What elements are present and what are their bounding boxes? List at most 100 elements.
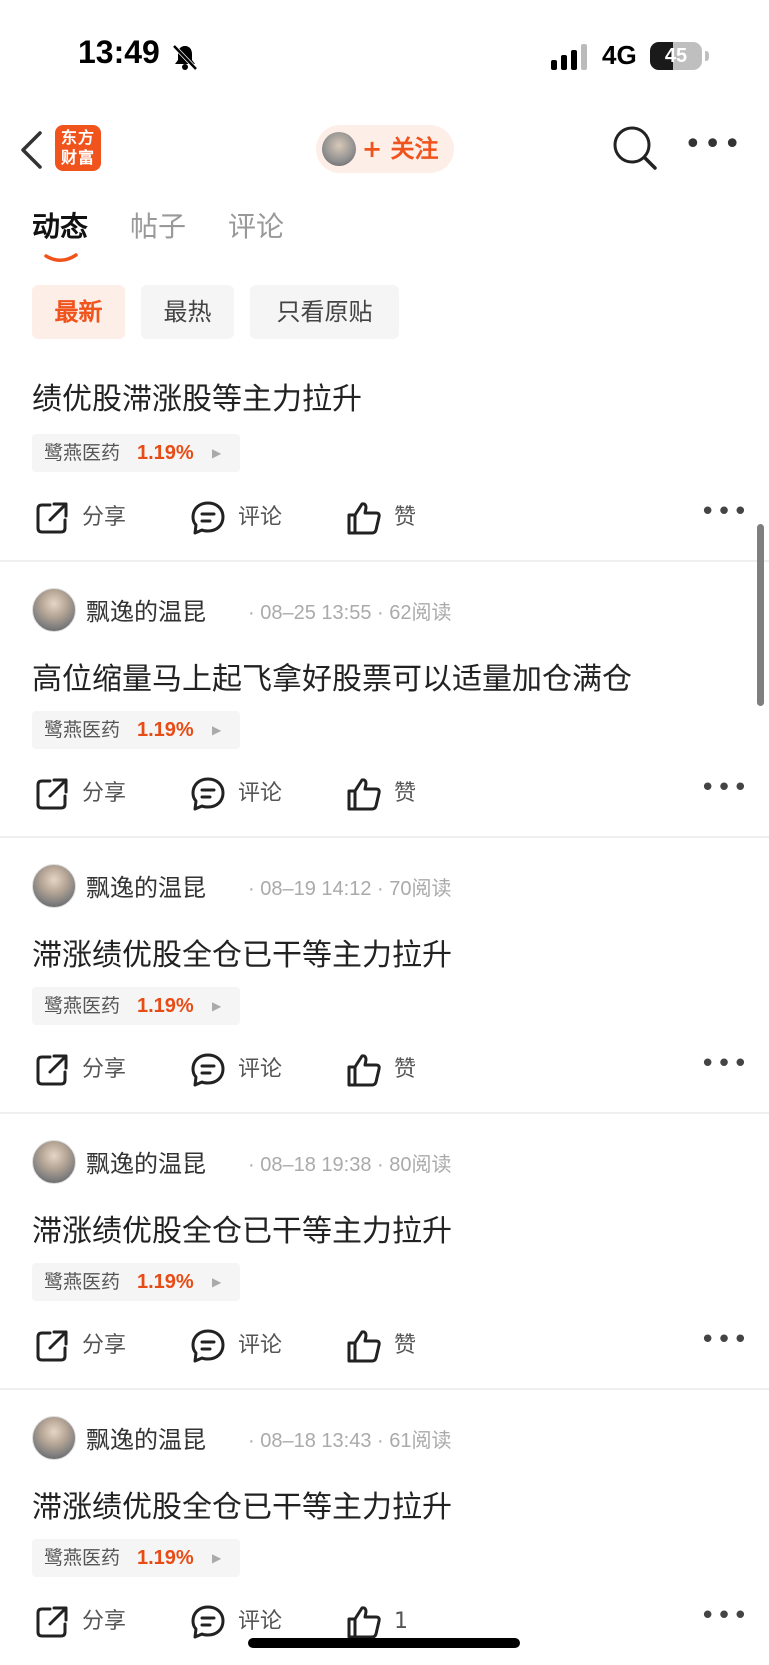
follow-button[interactable]: + 关注 [316,125,454,173]
post-title[interactable]: 滞涨绩优股全仓已干等主力拉升 [32,1482,452,1526]
post-time-reads: · 08–25 13:55 · 62阅读 [248,602,452,624]
more-options-icon[interactable]: ••• [684,130,741,163]
share-label: 分享 [82,1609,127,1634]
bell-muted-icon [172,44,198,71]
stock-tag[interactable]: 鹭燕医药 1.19% ▶ [32,711,240,749]
stock-change: 1.19% [137,442,194,464]
post-actions: 分享 评论 赞 ••• [0,770,769,818]
filter-hot[interactable]: 最热 [141,285,234,339]
stock-name: 鹭燕医药 [44,995,121,1017]
status-time: 13:49 [78,34,160,70]
author-name[interactable]: 飘逸的温昆 [86,868,206,903]
post-actions: 分享 评论 赞 ••• [0,494,769,542]
battery-icon: 45 [650,42,702,70]
triangle-right-icon: ▶ [212,1551,222,1565]
filter-original-only[interactable]: 只看原贴 [250,285,399,339]
share-label: 分享 [82,1333,127,1358]
stock-tag[interactable]: 鹭燕医药 1.19% ▶ [32,1263,240,1301]
post-title[interactable]: 绩优股滞涨股等主力拉升 [32,374,362,418]
network-type: 4G [602,40,637,70]
stock-tag[interactable]: 鹭燕医药 1.19% ▶ [32,434,240,472]
comment-label: 评论 [238,1057,283,1082]
comment-button[interactable]: 评论 [190,1046,300,1094]
avatar[interactable] [32,864,76,908]
post-meta: 飘逸的温昆 · 08–18 19:38 · 80阅读 [32,1138,752,1186]
post-more-icon[interactable]: ••• [700,1603,749,1629]
tab-bar: 动态 帖子 评论 [0,205,769,265]
author-name[interactable]: 飘逸的温昆 [86,592,206,627]
stock-tag[interactable]: 鹭燕医药 1.19% ▶ [32,987,240,1025]
triangle-right-icon: ▶ [212,446,222,460]
tab-posts[interactable]: 帖子 [130,205,186,245]
nav-bar: 东方 财富 + 关注 ••• [0,115,769,185]
tab-dynamics[interactable]: 动态 [32,205,88,245]
like-button[interactable]: 赞 [346,494,456,542]
comment-button[interactable]: 评论 [190,770,300,818]
post-title[interactable]: 滞涨绩优股全仓已干等主力拉升 [32,930,452,974]
divider [0,560,769,562]
avatar[interactable] [32,588,76,632]
divider [0,1112,769,1114]
share-button[interactable]: 分享 [34,494,144,542]
filter-latest[interactable]: 最新 [32,285,125,339]
like-button[interactable]: 赞 [346,770,456,818]
share-button[interactable]: 分享 [34,1322,144,1370]
home-indicator[interactable] [248,1638,520,1648]
post-title[interactable]: 高位缩量马上起飞拿好股票可以适量加仓满仓 [32,654,632,698]
app-logo[interactable]: 东方 财富 [55,125,101,171]
comment-button[interactable]: 评论 [190,494,300,542]
share-button[interactable]: 分享 [34,1598,144,1646]
stock-name: 鹭燕医药 [44,719,121,741]
battery-percent: 45 [664,45,688,67]
comment-icon [191,501,225,535]
share-button[interactable]: 分享 [34,1046,144,1094]
comment-icon [191,1605,225,1639]
comment-button[interactable]: 评论 [190,1322,300,1370]
back-arrow-icon[interactable] [18,129,44,171]
search-icon[interactable] [612,125,658,171]
thumbs-up-icon [347,502,381,535]
follow-label: + 关注 [362,135,439,163]
triangle-right-icon: ▶ [212,723,222,737]
like-label: 赞 [394,781,417,806]
post-more-icon[interactable]: ••• [700,775,749,801]
thumbs-up-icon [347,1606,381,1639]
tab-comments[interactable]: 评论 [228,205,284,245]
triangle-right-icon: ▶ [212,999,222,1013]
share-label: 分享 [82,1057,127,1082]
avatar[interactable] [32,1416,76,1460]
post-more-icon[interactable]: ••• [700,1327,749,1353]
post-time-reads: · 08–18 13:43 · 61阅读 [248,1430,452,1452]
stock-tag[interactable]: 鹭燕医药 1.19% ▶ [32,1539,240,1577]
comment-icon [191,777,225,811]
like-button[interactable]: 赞 [346,1322,456,1370]
post-more-icon[interactable]: ••• [700,499,749,525]
like-button[interactable]: 赞 [346,1046,456,1094]
comment-icon [191,1053,225,1087]
share-label: 分享 [82,781,127,806]
logo-line1: 东方 [60,128,95,147]
share-icon [36,1606,68,1638]
author-name[interactable]: 飘逸的温昆 [86,1420,206,1455]
thumbs-up-icon [347,1054,381,1087]
comment-label: 评论 [238,505,283,530]
avatar[interactable] [32,1140,76,1184]
post-meta: 飘逸的温昆 · 08–18 13:43 · 61阅读 [32,1414,752,1462]
share-icon [36,1330,68,1362]
share-icon [36,502,68,534]
logo-line2: 财富 [60,148,95,167]
post-meta: 飘逸的温昆 · 08–25 13:55 · 62阅读 [32,586,752,634]
stock-change: 1.19% [137,995,194,1017]
stock-name: 鹭燕医药 [44,1547,121,1569]
share-button[interactable]: 分享 [34,770,144,818]
post-meta: 飘逸的温昆 · 08–19 14:12 · 70阅读 [32,862,752,910]
share-icon [36,778,68,810]
thumbs-up-icon [347,778,381,811]
like-label: 赞 [394,505,417,530]
post-title[interactable]: 滞涨绩优股全仓已干等主力拉升 [32,1206,452,1250]
post-more-icon[interactable]: ••• [700,1051,749,1077]
scrollbar[interactable] [757,524,764,706]
author-name[interactable]: 飘逸的温昆 [86,1144,206,1179]
post-time-reads: · 08–19 14:12 · 70阅读 [248,878,452,900]
stock-name: 鹭燕医药 [44,1271,121,1293]
